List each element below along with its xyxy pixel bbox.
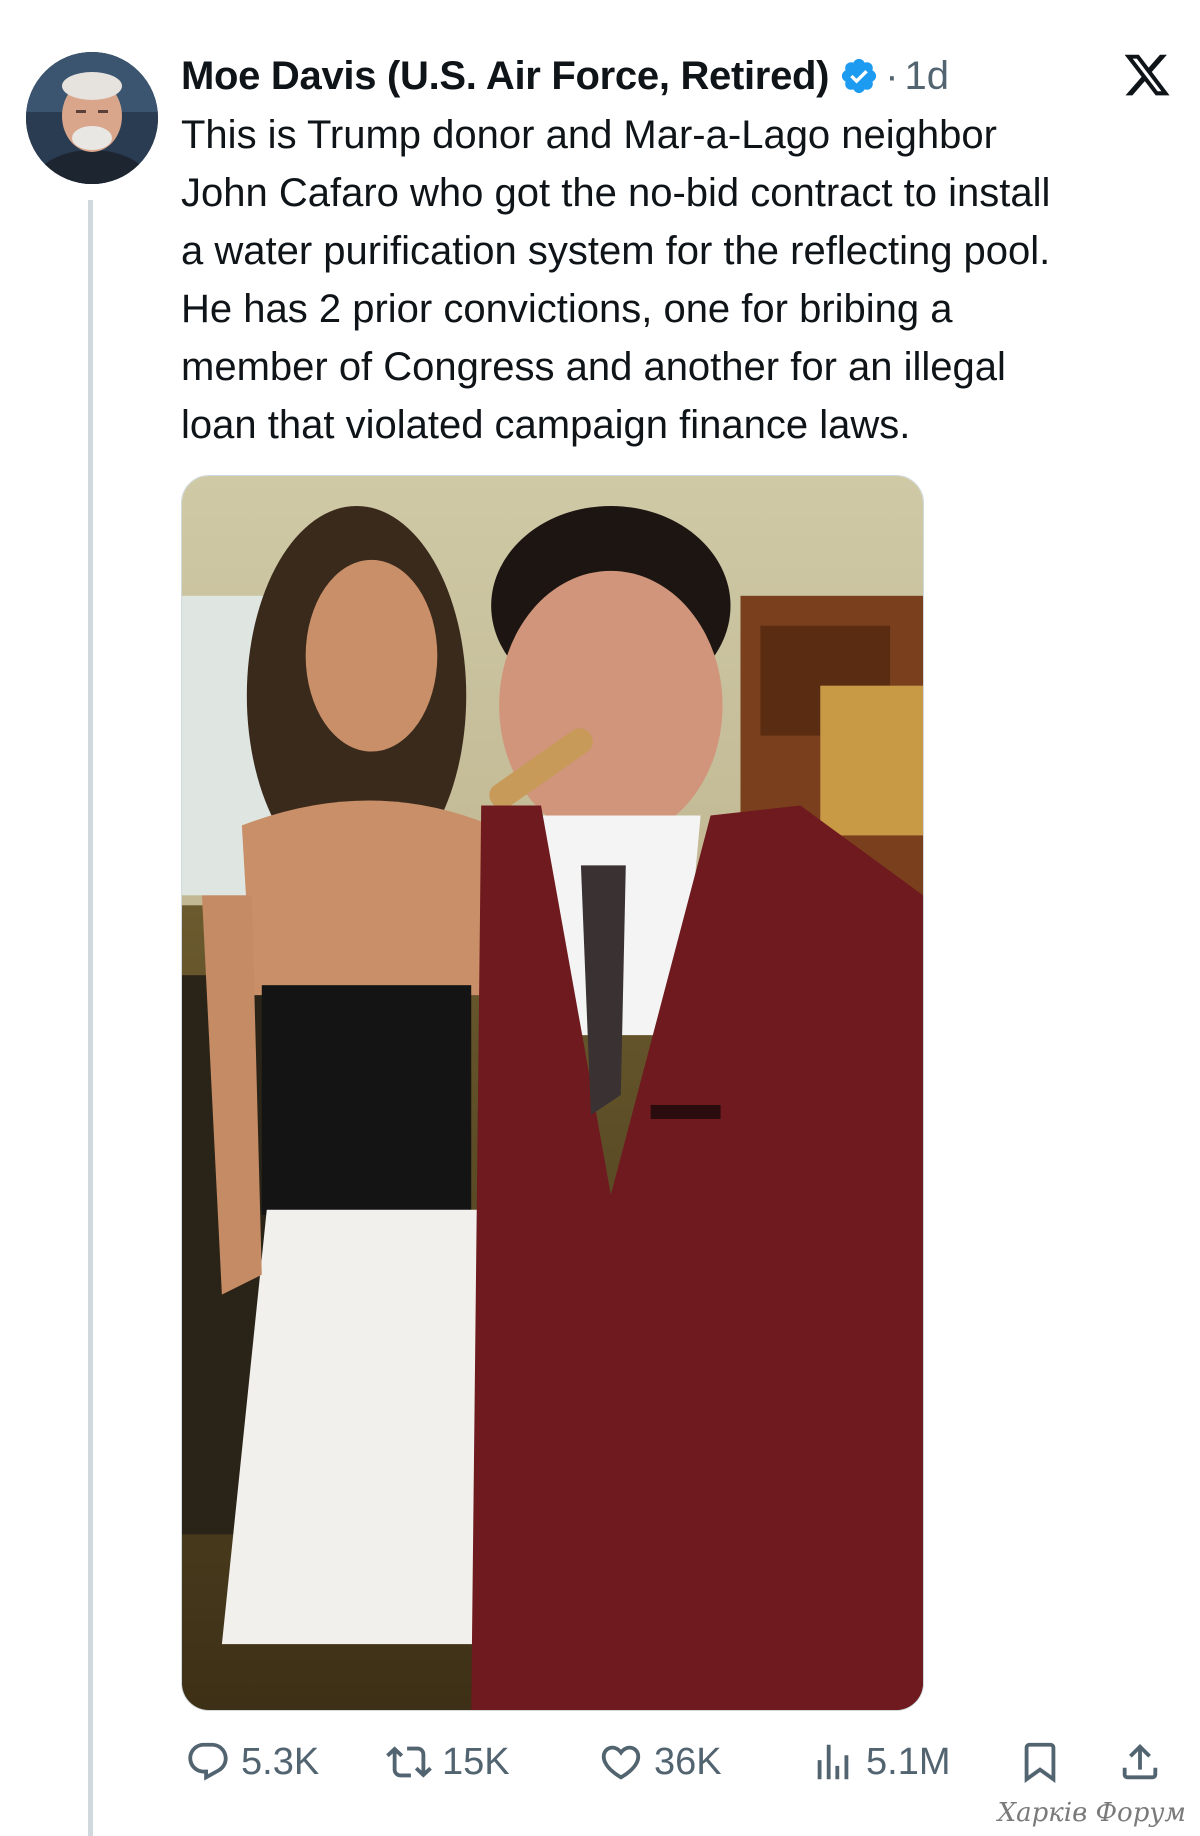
share-icon [1122, 1743, 1158, 1780]
tweet-text-line: loan that violated campaign finance laws… [181, 403, 911, 447]
tweet-timestamp[interactable]: 1d [905, 54, 950, 99]
watermark: Харків Форум [997, 1798, 1186, 1828]
repost-count: 15K [442, 1740, 510, 1783]
views-count: 5.1M [866, 1740, 951, 1783]
reply-icon [188, 1742, 228, 1781]
like-button[interactable]: 36K [598, 1730, 722, 1794]
x-logo-icon[interactable] [1122, 50, 1172, 100]
tweet-text-line: This is Trump donor and Mar-a-Lago neigh… [181, 113, 997, 157]
bookmark-icon [1024, 1742, 1056, 1783]
tweet-text-line: member of Congress and another for an il… [181, 345, 1006, 389]
views-button[interactable]: 5.1M [810, 1730, 950, 1794]
reply-count: 5.3K [241, 1740, 320, 1783]
tweet-header: Moe Davis (U.S. Air Force, Retired) · 1d [181, 46, 949, 106]
tweet-text-line: a water purification system for the refl… [181, 229, 1051, 273]
repost-icon [386, 1746, 432, 1778]
like-count: 36K [654, 1740, 722, 1783]
like-icon [601, 1745, 641, 1780]
thread-line [88, 200, 93, 1836]
tweet-text-line: John Cafaro who got the no-bid contract … [181, 171, 1051, 215]
repost-button[interactable]: 15K [386, 1730, 510, 1794]
share-button[interactable] [1117, 1730, 1163, 1794]
tweet-separator: · [885, 53, 899, 98]
bookmark-button[interactable] [1017, 1730, 1063, 1794]
author-avatar[interactable] [26, 52, 158, 184]
reply-button[interactable]: 5.3K [185, 1730, 319, 1794]
tweet-photo[interactable] [181, 475, 924, 1711]
tweet-text-line: He has 2 prior convictions, one for brib… [181, 287, 953, 331]
author-name[interactable]: Moe Davis (U.S. Air Force, Retired) [181, 54, 829, 99]
tweet-text: This is Trump donor and Mar-a-Lago neigh… [181, 106, 1191, 454]
verified-badge-icon [839, 56, 879, 96]
views-icon [817, 1744, 849, 1780]
action-bar: 5.3K 15K 36K 5.1M [181, 1730, 1181, 1794]
